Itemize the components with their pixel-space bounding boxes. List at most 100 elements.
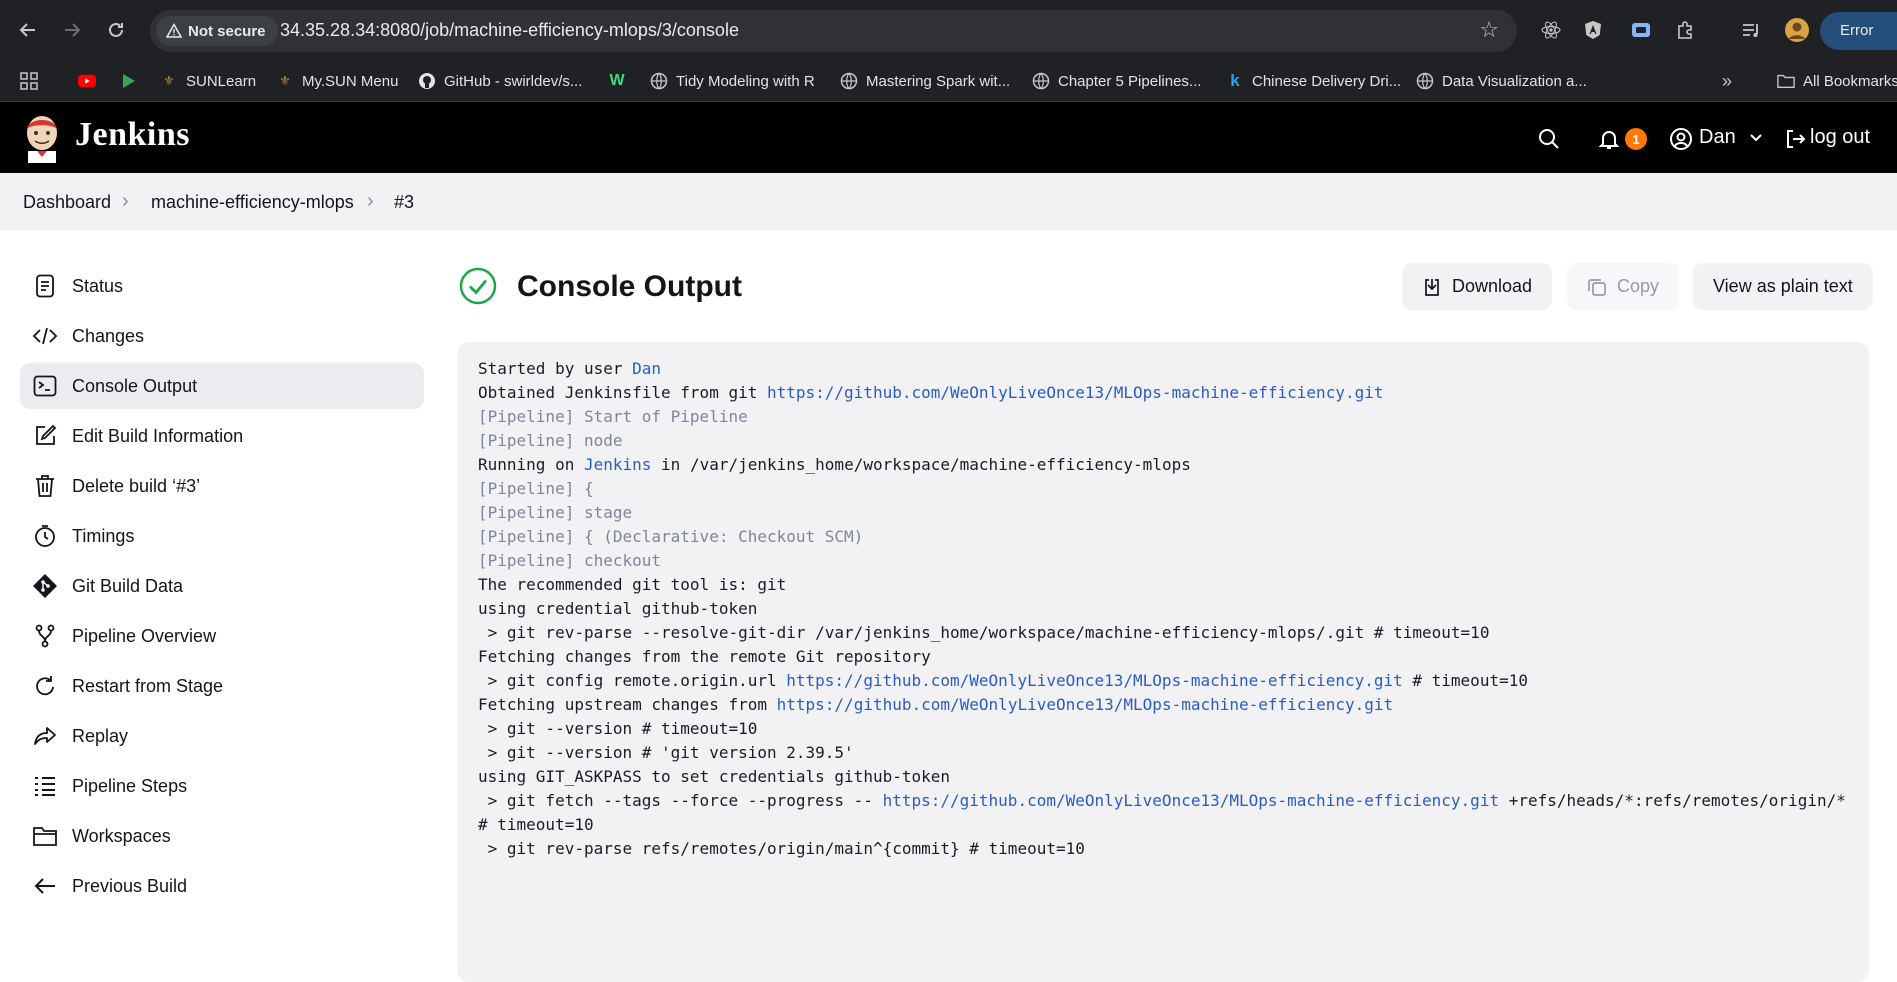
sidebar-item-label: Workspaces <box>72 825 171 846</box>
k-icon: k <box>1230 71 1240 90</box>
breadcrumb-build[interactable]: #3 <box>394 192 414 213</box>
reload-button[interactable] <box>100 14 132 46</box>
extensions-icon[interactable] <box>1671 16 1699 44</box>
git-icon <box>32 573 58 599</box>
console-line: Fetching upstream changes from https://g… <box>478 695 1393 715</box>
url-text[interactable]: 34.35.28.34:8080/job/machine-efficiency-… <box>280 20 739 41</box>
sidebar-item-delete-build[interactable]: Delete build ‘#3’ <box>20 463 424 509</box>
apps-button[interactable] <box>20 66 38 96</box>
avatar[interactable] <box>1783 16 1811 44</box>
sidebar-item-pipeline-overview[interactable]: Pipeline Overview <box>20 613 424 659</box>
bookmark-chinese-delivery[interactable]: k Chinese Delivery Dri... <box>1226 66 1401 96</box>
sidebar-item-edit-build-information[interactable]: Edit Build Information <box>20 413 424 459</box>
sidebar-item-timings[interactable]: Timings <box>20 513 424 559</box>
logout-icon[interactable] <box>1783 127 1807 156</box>
console-output[interactable]: Started by user Dan Obtained Jenkinsfile … <box>457 342 1869 982</box>
sidebar-item-git-build-data[interactable]: Git Build Data <box>20 563 424 609</box>
notifications-button[interactable] <box>1597 127 1621 156</box>
download-button[interactable]: Download <box>1402 263 1553 310</box>
profile-error-label: Error <box>1840 22 1874 39</box>
console-link[interactable]: Dan <box>632 359 661 378</box>
success-check-icon <box>459 267 497 305</box>
security-indicator[interactable]: Not secure <box>156 16 278 46</box>
chevron-right-icon: › <box>122 190 129 212</box>
bookmark-sunlearn[interactable]: ⚜ SUNLearn <box>160 66 256 96</box>
reload-icon <box>109 22 123 37</box>
bookmark-play[interactable] <box>120 66 138 96</box>
bookmark-label: Mastering Spark wit... <box>866 72 1011 90</box>
sidebar-item-restart-from-stage[interactable]: Restart from Stage <box>20 663 424 709</box>
sidebar-item-label: Delete build ‘#3’ <box>72 475 201 496</box>
back-button[interactable] <box>12 14 44 46</box>
code-icon <box>32 323 58 349</box>
bookmarks-overflow-button[interactable]: » <box>1718 66 1736 96</box>
copy-label: Copy <box>1617 276 1660 296</box>
console-line: > git rev-parse refs/remotes/origin/main… <box>478 839 1085 859</box>
breadcrumb-dashboard[interactable]: Dashboard <box>23 192 111 213</box>
bookmark-tidy-modeling[interactable]: Tidy Modeling with R <box>650 66 815 96</box>
all-bookmarks-button[interactable]: All Bookmarks <box>1777 66 1897 96</box>
bookmark-star-icon[interactable]: ☆ <box>1479 17 1499 43</box>
console-text: using credential github-token <box>478 599 758 618</box>
jenkins-logo[interactable] <box>22 113 62 163</box>
double-chevron-right-icon: » <box>1721 70 1732 91</box>
bookmark-mysun[interactable]: ⚜ My.SUN Menu <box>276 66 398 96</box>
sun-icon: ⚜ <box>163 73 175 88</box>
console-link[interactable]: https://github.com/WeOnlyLiveOnce13/MLOp… <box>767 383 1384 402</box>
console-link[interactable]: https://github.com/WeOnlyLiveOnce13/MLOp… <box>777 695 1394 714</box>
profile-error-button[interactable]: Error <box>1820 12 1897 50</box>
address-bar[interactable]: Not secure 34.35.28.34:8080/job/machine-… <box>150 10 1517 52</box>
console-text: > git rev-parse --resolve-git-dir /var/j… <box>478 623 1490 642</box>
bookmark-mastering-spark[interactable]: Mastering Spark wit... <box>840 66 1010 96</box>
forward-button[interactable] <box>56 14 88 46</box>
globe-icon <box>650 72 668 90</box>
console-text: [Pipeline] checkout <box>478 551 662 570</box>
bookmark-data-visualization[interactable]: Data Visualization a... <box>1416 66 1587 96</box>
console-link[interactable]: https://github.com/WeOnlyLiveOnce13/MLOp… <box>883 791 1500 810</box>
bookmark-label: Tidy Modeling with R <box>676 72 815 90</box>
console-line: [Pipeline] { (Declarative: Checkout SCM) <box>478 527 863 547</box>
sidebar-item-pipeline-steps[interactable]: Pipeline Steps <box>20 763 424 809</box>
warning-icon <box>166 23 182 38</box>
console-text: The recommended git tool is: git <box>478 575 787 594</box>
console-link[interactable]: https://github.com/WeOnlyLiveOnce13/MLOp… <box>786 671 1403 690</box>
copy-button[interactable]: Copy <box>1567 263 1680 310</box>
download-icon <box>1425 278 1439 296</box>
console-text: Running on <box>478 455 584 474</box>
document-icon <box>32 273 58 299</box>
screen-extension-icon[interactable] <box>1627 16 1655 44</box>
apps-grid-icon <box>20 72 38 90</box>
sidebar-item-status[interactable]: Status <box>20 263 424 309</box>
reading-list-icon[interactable] <box>1737 16 1765 44</box>
view-plain-text-button[interactable]: View as plain text <box>1693 263 1873 310</box>
bookmark-label: SUNLearn <box>186 72 257 90</box>
app-title[interactable]: Jenkins <box>75 116 190 154</box>
globe-icon <box>1416 72 1434 90</box>
breadcrumb-job[interactable]: machine-efficiency-mlops <box>151 192 354 213</box>
user-menu[interactable]: Dan <box>1699 126 1763 149</box>
logout-link[interactable]: log out <box>1810 126 1870 149</box>
console-line: using credential github-token <box>478 599 757 619</box>
sidebar-item-workspaces[interactable]: Workspaces <box>20 813 424 859</box>
user-avatar-icon[interactable] <box>1669 127 1693 156</box>
react-extension-icon[interactable] <box>1537 16 1565 44</box>
console-line: [Pipeline] Start of Pipeline <box>478 407 748 427</box>
sidebar-item-previous-build[interactable]: Previous Build <box>20 863 424 909</box>
bookmark-w[interactable]: W <box>608 66 626 96</box>
console-text: [Pipeline] { <box>478 479 594 498</box>
console-link[interactable]: Jenkins <box>584 455 651 474</box>
bookmark-label: My.SUN Menu <box>302 72 399 90</box>
sidebar-item-replay[interactable]: Replay <box>20 713 424 759</box>
bookmark-github[interactable]: GitHub - swirldev/s... <box>418 66 582 96</box>
search-icon <box>1539 129 1559 149</box>
console-line: The recommended git tool is: git <box>478 575 786 595</box>
bookmark-youtube[interactable] <box>78 66 96 96</box>
angular-extension-icon[interactable] <box>1579 16 1607 44</box>
view-plain-text-label: View as plain text <box>1713 276 1853 296</box>
bookmark-label: Chapter 5 Pipelines... <box>1058 72 1202 90</box>
search-button[interactable] <box>1537 127 1561 156</box>
sidebar-item-console-output[interactable]: Console Output <box>20 363 424 409</box>
sidebar-item-changes[interactable]: Changes <box>20 313 424 359</box>
bookmark-chapter5[interactable]: Chapter 5 Pipelines... <box>1032 66 1201 96</box>
folder-icon <box>1777 72 1795 90</box>
